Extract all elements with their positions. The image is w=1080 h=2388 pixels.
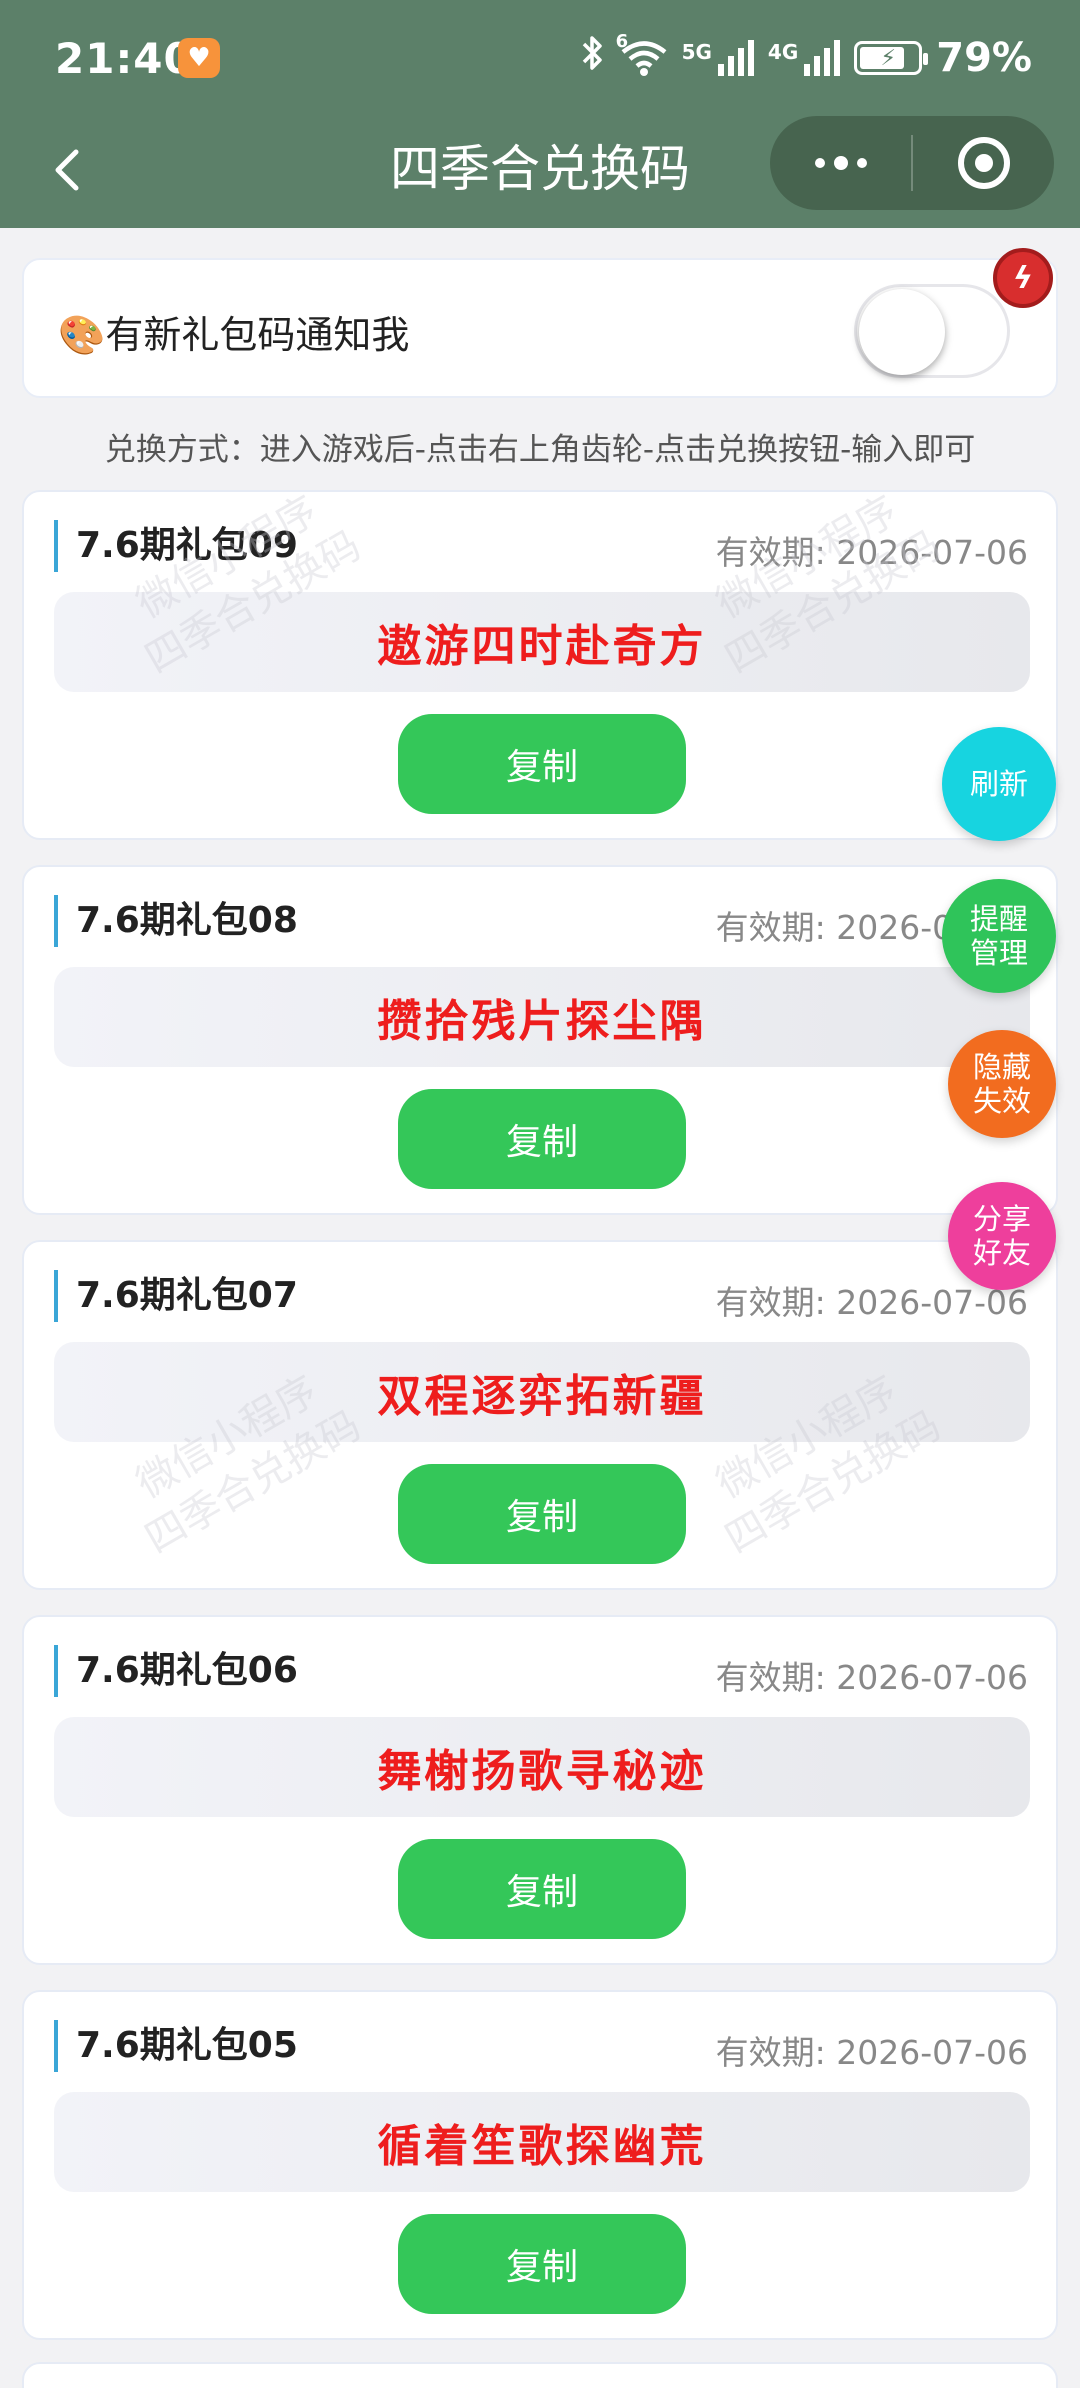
signal-4g-icon: 4G	[767, 40, 841, 76]
toggle-knob	[859, 289, 945, 375]
wifi-icon: 6	[616, 31, 668, 77]
close-mini-program-button[interactable]	[913, 116, 1054, 210]
wifi-sup: 6	[615, 31, 629, 52]
refresh-button[interactable]: 刷新	[942, 727, 1056, 841]
gift-code: 攒拾残片探尘隅	[377, 996, 707, 1047]
bluetooth-icon	[580, 34, 606, 82]
gift-code: 双程逐弈拓新疆	[377, 1371, 707, 1422]
header: 21:40 ♥ 6 5G 4G ⚡ 79% 四季合兑换码	[0, 0, 1080, 228]
copy-button[interactable]: 复制	[398, 2214, 686, 2314]
notify-label: 有新礼包码通知我	[105, 313, 410, 357]
reminder-manage-button[interactable]: 提醒 管理	[942, 879, 1056, 993]
more-button[interactable]	[770, 116, 911, 210]
target-circle-icon	[957, 137, 1010, 189]
status-time: 21:40	[55, 34, 194, 83]
code-box: 舞榭扬歌寻秘迹	[54, 1717, 1030, 1817]
signal-4g-label: 4G	[767, 40, 799, 64]
code-box: 循着笙歌探幽荒	[54, 2092, 1030, 2192]
card-title: 7.6期礼包05	[54, 2020, 298, 2072]
battery-charging-icon: ⚡	[854, 41, 929, 75]
gift-code-card: 7.6期礼包08 有效期: 2026-07-06 攒拾残片探尘隅 复制	[22, 865, 1058, 1215]
gift-code: 循着笙歌探幽荒	[377, 2121, 707, 2172]
card-expiry: 有效期: 2026-07-06	[715, 2033, 1028, 2072]
code-box: 双程逐弈拓新疆	[54, 1342, 1030, 1442]
gift-code-card: 7.6期礼包05 有效期: 2026-07-06 循着笙歌探幽荒 复制	[22, 1990, 1058, 2340]
gift-code-card: 7.6期礼包06 有效期: 2026-07-06 舞榭扬歌寻秘迹 复制	[22, 1615, 1058, 1965]
card-expiry: 有效期: 2026-07-06	[715, 1658, 1028, 1697]
code-box: 遨游四时赴奇方	[54, 592, 1030, 692]
palette-icon: 🎨	[58, 313, 106, 357]
card-title: 7.6期礼包06	[54, 1645, 298, 1697]
gift-code-card-partial	[22, 2362, 1058, 2388]
card-title: 7.6期礼包08	[54, 895, 298, 947]
signal-5g-label: 5G	[681, 40, 712, 64]
copy-button[interactable]: 复制	[398, 1839, 686, 1939]
heart-app-icon: ♥	[178, 38, 220, 78]
gift-code: 舞榭扬歌寻秘迹	[377, 1746, 707, 1797]
battery-percent: 79%	[936, 35, 1032, 81]
hide-expired-button[interactable]: 隐藏 失效	[948, 1030, 1056, 1138]
gift-code-card: 7.6期礼包09 有效期: 2026-07-06 遨游四时赴奇方 复制	[22, 490, 1058, 840]
signal-5g-icon: 5G	[682, 40, 754, 76]
gift-code: 遨游四时赴奇方	[377, 621, 707, 672]
copy-button[interactable]: 复制	[398, 1089, 686, 1189]
notify-card: 🎨有新礼包码通知我	[22, 258, 1058, 398]
notify-toggle[interactable]	[854, 284, 1010, 378]
more-dots-icon	[814, 156, 867, 170]
copy-button[interactable]: 复制	[398, 714, 686, 814]
notify-label-row: 🎨有新礼包码通知我	[58, 304, 409, 359]
status-bar: 21:40 ♥ 6 5G 4G ⚡ 79%	[0, 0, 1080, 110]
card-title: 7.6期礼包07	[54, 1270, 298, 1322]
nav-bar: 四季合兑换码	[0, 110, 1080, 228]
gift-code-card: 7.6期礼包07 有效期: 2026-07-06 双程逐弈拓新疆 复制	[22, 1240, 1058, 1590]
mini-program-capsule	[770, 116, 1054, 210]
lightning-icon[interactable]: ϟ	[993, 248, 1053, 308]
status-icons: 6 5G 4G ⚡ 79%	[580, 31, 1032, 82]
redeem-instructions: 兑换方式：进入游戏后-点击右上角齿轮-点击兑换按钮-输入即可	[104, 432, 976, 468]
card-expiry: 有效期: 2026-07-06	[715, 533, 1028, 572]
code-box: 攒拾残片探尘隅	[54, 967, 1030, 1067]
card-title: 7.6期礼包09	[54, 520, 298, 572]
main-content[interactable]: 🎨有新礼包码通知我 ϟ 兑换方式：进入游戏后-点击右上角齿轮-点击兑换按钮-输入…	[0, 228, 1080, 2388]
copy-button[interactable]: 复制	[398, 1464, 686, 1564]
share-friends-button[interactable]: 分享 好友	[948, 1182, 1056, 1290]
